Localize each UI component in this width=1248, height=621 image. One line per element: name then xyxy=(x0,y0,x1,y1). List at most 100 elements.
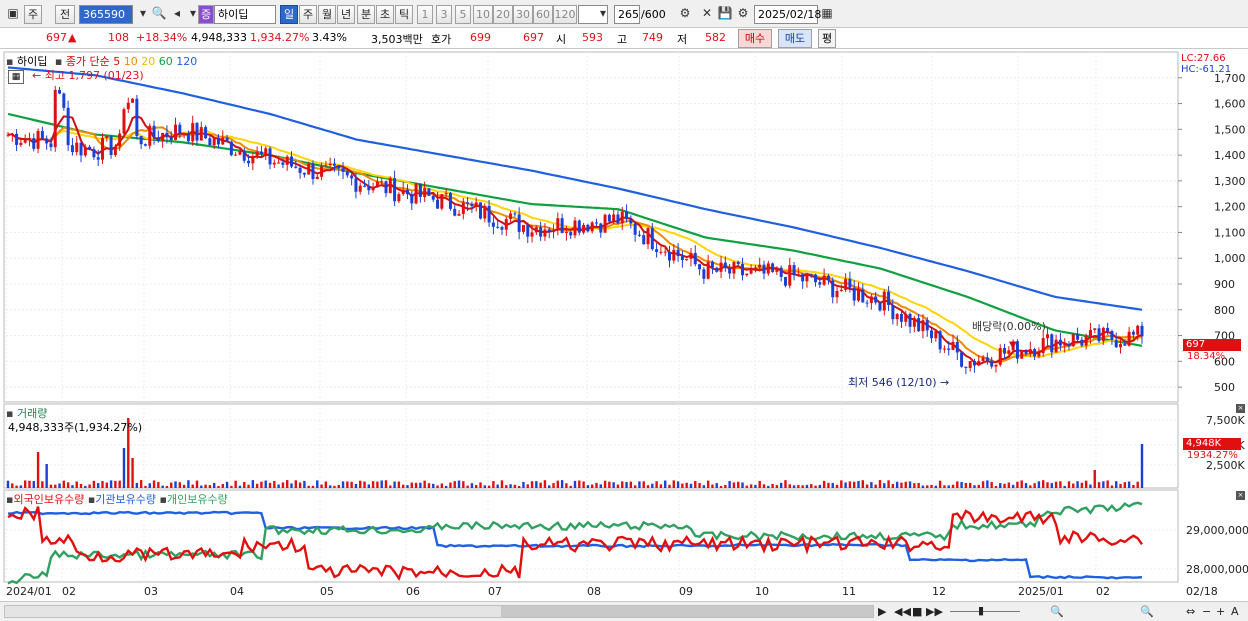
date-input[interactable]: 2025/02/18 xyxy=(754,5,821,24)
volume-bar xyxy=(350,481,353,488)
close-volume-panel-icon[interactable]: × xyxy=(1236,404,1245,413)
stock-name-field[interactable]: 하이딥 xyxy=(214,5,276,24)
price-y-tick: 1,100 xyxy=(1214,226,1246,239)
volume-bar xyxy=(981,481,985,488)
volume-bar xyxy=(165,485,169,488)
candle-body xyxy=(1114,339,1118,348)
close-holding-panel-icon[interactable]: × xyxy=(1236,491,1245,500)
candle-body xyxy=(461,202,465,214)
rewind-icon[interactable]: ◀◀ xyxy=(894,604,911,619)
interval-3[interactable]: 3 xyxy=(436,5,452,24)
volume-bar xyxy=(328,485,332,488)
price-y-tick: 1,000 xyxy=(1214,252,1246,265)
candle-body xyxy=(590,222,594,232)
interval-20[interactable]: 20 xyxy=(493,5,513,24)
volume-bar xyxy=(281,482,285,488)
x-tick-label: 2024/01 xyxy=(6,585,52,598)
volume-bar xyxy=(423,480,426,488)
cross-icon[interactable]: ✕ xyxy=(698,5,716,24)
volume-bar xyxy=(273,480,276,488)
volume-pct: 1,934.27% xyxy=(250,31,310,44)
price-y-tick: 1,200 xyxy=(1214,201,1246,214)
candle-body xyxy=(131,98,135,103)
table-icon[interactable]: ▦ xyxy=(8,70,24,84)
search-icon[interactable]: 🔍 xyxy=(150,5,168,24)
stop-icon[interactable]: ■ xyxy=(912,604,922,619)
zoom-in-icon[interactable]: 🔍 xyxy=(1140,604,1154,619)
candle-body xyxy=(1136,325,1140,335)
interval-5[interactable]: 5 xyxy=(455,5,471,24)
candle-body xyxy=(354,178,358,192)
window-icon[interactable]: ▣ xyxy=(4,5,22,24)
candle-body xyxy=(822,275,826,285)
candle-body xyxy=(818,282,822,285)
candle-body xyxy=(496,226,500,228)
candle-body xyxy=(771,263,775,272)
hc-label: HC:-61.21 xyxy=(1181,64,1232,75)
chart-settings-icon[interactable]: ⚙ xyxy=(676,5,694,24)
candle-body xyxy=(1071,334,1075,347)
volume-bar xyxy=(41,481,44,488)
interval-120[interactable]: 120 xyxy=(553,5,577,24)
tab-day[interactable]: 일 xyxy=(280,5,298,24)
tab-week[interactable]: 주 xyxy=(299,5,317,24)
tab-second[interactable]: 초 xyxy=(376,5,394,24)
candle-body xyxy=(143,144,147,146)
calendar-icon[interactable]: ▦ xyxy=(818,5,836,24)
chart-area[interactable]: 1,700 1,600 1,500 1,400 1,300 1,200 1,100 1,000… xyxy=(0,50,1248,602)
scroll-track[interactable] xyxy=(4,605,874,618)
tab-year[interactable]: 년 xyxy=(337,5,355,24)
tab-minute[interactable]: 분 xyxy=(357,5,375,24)
period-prev-button[interactable]: 전 xyxy=(55,5,75,24)
interval-1[interactable]: 1 xyxy=(417,5,433,24)
volume-bar xyxy=(771,483,774,488)
minus-icon[interactable]: − xyxy=(1202,604,1211,619)
volume-bar xyxy=(904,481,907,488)
volume-bar xyxy=(805,484,809,488)
interval-60[interactable]: 60 xyxy=(533,5,553,24)
volume-bar xyxy=(97,483,100,488)
dividend-annotation: 배당락(0.00%) xyxy=(972,320,1046,333)
tab-month[interactable]: 월 xyxy=(318,5,336,24)
stock-code-input[interactable]: 365590 xyxy=(79,5,133,24)
volume-bar xyxy=(243,481,246,488)
fit-icon[interactable]: ⇔ xyxy=(1186,604,1195,619)
volume-bar xyxy=(436,485,439,488)
auto-scale-icon[interactable]: A xyxy=(1231,604,1239,619)
save-icon[interactable]: 💾 xyxy=(716,5,734,24)
volume-bar xyxy=(397,481,401,488)
volume-bar xyxy=(109,480,113,488)
eval-button[interactable]: 평 xyxy=(818,29,836,48)
volume-bar xyxy=(908,481,912,488)
candle-body xyxy=(676,249,680,257)
fast-forward-icon[interactable]: ▶▶ xyxy=(926,604,943,619)
count-input[interactable]: 265 xyxy=(614,5,640,24)
period-week-button[interactable]: 주 xyxy=(24,5,42,24)
play-icon[interactable]: ▶ xyxy=(878,604,886,619)
candle-body xyxy=(444,192,448,195)
candle-body xyxy=(908,313,912,327)
low-price: 582 xyxy=(705,31,726,44)
slider-handle-icon[interactable]: ▮ xyxy=(978,603,984,618)
volume-bar xyxy=(371,481,375,488)
candle-body xyxy=(955,341,959,353)
interval-10[interactable]: 10 xyxy=(473,5,493,24)
candle-body xyxy=(311,163,315,180)
volume-bar xyxy=(599,484,602,488)
speed-slider[interactable] xyxy=(950,611,1020,612)
tab-tick[interactable]: 틱 xyxy=(395,5,413,24)
volume-bar xyxy=(887,480,890,488)
interval-30[interactable]: 30 xyxy=(513,5,533,24)
scroll-thumb[interactable] xyxy=(501,606,873,617)
volume-bar xyxy=(509,484,512,488)
candle-body xyxy=(337,165,341,169)
plus-icon[interactable]: + xyxy=(1216,604,1225,619)
candle-body xyxy=(1131,331,1135,335)
chart-svg[interactable]: 1,7001,6001,5001,4001,3001,2001,1001,000… xyxy=(0,50,1248,602)
gear-icon[interactable]: ⚙ xyxy=(734,5,752,24)
interval-chevron-icon[interactable]: ▾ xyxy=(594,5,612,24)
zoom-out-icon[interactable]: 🔍 xyxy=(1050,604,1064,619)
volume-bar xyxy=(88,484,91,488)
sell-button[interactable]: 매도 xyxy=(778,29,812,48)
buy-button[interactable]: 매수 xyxy=(738,29,772,48)
